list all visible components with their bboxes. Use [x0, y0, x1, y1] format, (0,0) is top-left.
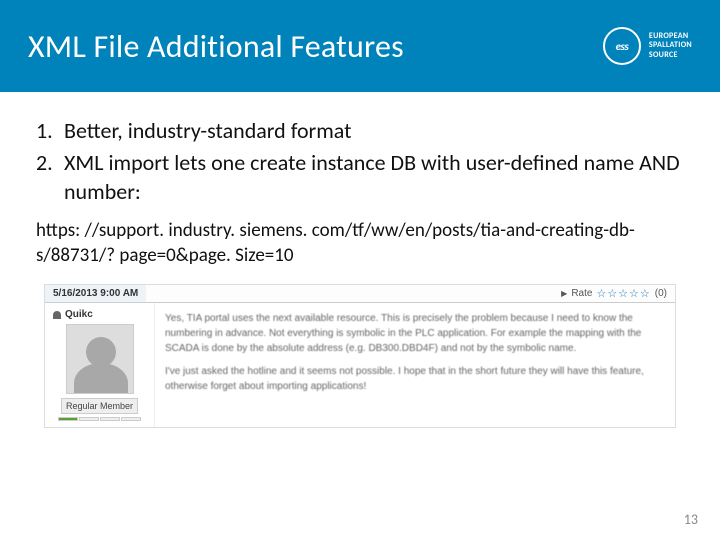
avatar-icon	[66, 324, 134, 394]
member-badge: Regular Member	[61, 398, 138, 414]
forum-post-header: 5/16/2013 9:00 AM ▶ Rate ☆☆☆☆☆ (0)	[45, 285, 675, 303]
rate-label: Rate	[571, 288, 592, 299]
brand-logo: ess EUROPEAN SPALLATION SOURCE	[603, 27, 692, 65]
page-number: 13	[684, 511, 698, 528]
slide-content: 1. Better, industry-standard format 2. X…	[0, 92, 720, 428]
rank-bar-icon	[100, 417, 120, 421]
slide-title: XML File Additional Features	[28, 27, 404, 66]
ess-logo-icon: ess	[603, 27, 641, 65]
list-item-2: 2. XML import lets one create instance D…	[36, 148, 684, 207]
rate-widget: ▶ Rate ☆☆☆☆☆ (0)	[561, 287, 675, 300]
list-text: Better, industry-standard format	[64, 116, 684, 146]
brand-name: EUROPEAN SPALLATION SOURCE	[649, 32, 692, 61]
rating-count: (0)	[655, 288, 667, 299]
forum-post-body: Quikc Regular Member Yes, TIA portal use…	[45, 303, 675, 427]
list-number: 1.	[36, 116, 64, 146]
arrow-right-icon: ▶	[561, 289, 567, 298]
forum-paragraph: I've just asked the hotline and it seems…	[165, 364, 665, 394]
forum-post-text: Yes, TIA portal uses the next available …	[155, 303, 675, 427]
forum-username: Quikc	[51, 309, 148, 320]
forum-screenshot: 5/16/2013 9:00 AM ▶ Rate ☆☆☆☆☆ (0) Quikc…	[44, 284, 676, 428]
brand-line3: SOURCE	[649, 51, 692, 61]
list-number: 2.	[36, 148, 64, 207]
post-date: 5/16/2013 9:00 AM	[45, 285, 146, 302]
list-text: XML import lets one create instance DB w…	[64, 148, 684, 207]
forum-paragraph: Yes, TIA portal uses the next available …	[165, 311, 665, 356]
numbered-list: 1. Better, industry-standard format 2. X…	[36, 116, 684, 207]
rank-bar-icon	[79, 417, 99, 421]
forum-user-panel: Quikc Regular Member	[45, 303, 155, 427]
reference-url: https: //support. industry. siemens. com…	[36, 219, 684, 268]
list-item-1: 1. Better, industry-standard format	[36, 116, 684, 146]
star-rating-icon: ☆☆☆☆☆	[596, 287, 650, 300]
rank-bar-icon	[121, 417, 141, 421]
rank-bars	[51, 417, 148, 421]
rank-bar-icon	[58, 417, 78, 421]
slide-header: XML File Additional Features ess EUROPEA…	[0, 0, 720, 92]
